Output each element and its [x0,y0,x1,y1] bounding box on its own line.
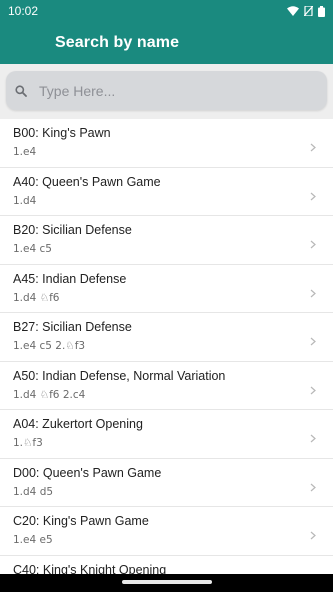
page-title: Search by name [55,34,180,51]
chevron-right-icon [310,430,316,448]
no-sim-icon [304,6,313,16]
list-item[interactable]: D00: Queen's Pawn Game 1.d4 d5 [0,458,333,507]
opening-moves: 1.e4 c5 2.♘f3 [13,340,86,352]
chevron-right-icon [310,236,316,254]
home-gesture-handle[interactable] [122,580,212,584]
search-input[interactable] [39,79,319,103]
app-bar: 10:02 Search by name [0,0,333,64]
opening-moves: 1.e4 e5 [13,534,53,546]
search-icon [15,84,27,102]
list-item[interactable]: C20: King's Pawn Game 1.e4 e5 [0,507,333,556]
chevron-right-icon [310,333,316,351]
navigation-bar [0,574,333,592]
opening-name: D00: Queen's Pawn Game [13,465,162,480]
opening-name: B27: Sicilian Defense [13,320,132,334]
opening-moves: 1.e4 c5 [13,243,52,255]
opening-moves: 1.d4 ♘f6 2.c4 [13,388,86,401]
opening-name: A45: Indian Defense [13,271,127,286]
list-item[interactable]: A40: Queen's Pawn Game 1.d4 [0,167,333,216]
chevron-right-icon [310,139,316,157]
opening-moves: 1.d4 ♘f6 [13,291,60,304]
chevron-right-icon [310,479,316,497]
opening-moves: 1.d4 [13,194,37,207]
opening-name: B20: Sicilian Defense [13,223,132,237]
wifi-icon [287,6,299,16]
opening-moves: 1.e4 [13,146,37,158]
opening-list: B00: King's Pawn 1.e4 A40: Queen's Pawn Ga… [0,119,333,592]
opening-name: A04: Zukertort Opening [13,417,143,431]
chevron-right-icon [310,527,316,545]
list-item[interactable]: A04: Zukertort Opening 1.♘f3 [0,410,333,459]
status-icons [287,5,325,17]
list-item[interactable]: B00: King's Pawn 1.e4 [0,119,333,168]
list-item[interactable]: A45: Indian Defense 1.d4 ♘f6 [0,264,333,313]
list-item[interactable]: B27: Sicilian Defense 1.e4 c5 2.♘f3 [0,313,333,362]
search-bar [0,64,333,119]
battery-icon [318,5,325,17]
status-bar: 10:02 [0,0,333,22]
opening-name: A50: Indian Defense, Normal Variation [13,368,226,383]
chevron-right-icon [310,285,316,303]
opening-moves: 1.d4 d5 [13,485,54,498]
chevron-right-icon [310,188,316,206]
status-time: 10:02 [8,4,39,18]
list-item[interactable]: A50: Indian Defense, Normal Variation 1.d… [0,361,333,410]
opening-name: C20: King's Pawn Game [13,514,149,528]
chevron-right-icon [310,382,316,400]
opening-moves: 1.♘f3 [13,437,43,449]
opening-name: B00: King's Pawn [13,126,111,140]
opening-name: A40: Queen's Pawn Game [13,174,161,189]
search-box[interactable] [6,71,327,110]
list-item[interactable]: B20: Sicilian Defense 1.e4 c5 [0,216,333,265]
